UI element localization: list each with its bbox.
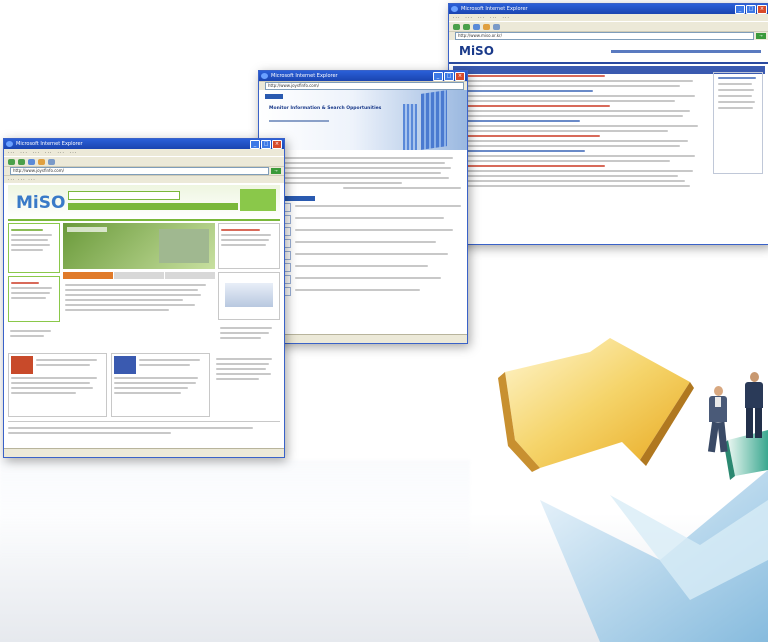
address-bar: http://www.joysfinfo.com/→: [4, 166, 284, 175]
ie-icon: [6, 141, 13, 147]
close-button[interactable]: ×: [757, 5, 767, 14]
windows-reflection: [0, 460, 470, 570]
window-title: Microsoft Internet Explorer: [16, 141, 83, 147]
browser-window-back[interactable]: Microsoft Internet Explorer _ □ × · · · · ·…: [448, 3, 768, 245]
menu-bar: · · · · · · · · · · · · · · ·: [449, 14, 768, 21]
title-bar: Microsoft Internet Explorer _ □ ×: [4, 139, 284, 149]
address-bar: http://www.joysfinfo.com/: [259, 81, 467, 90]
home-icon[interactable]: [38, 158, 45, 165]
ie-icon: [261, 73, 268, 79]
forward-icon[interactable]: [463, 23, 470, 30]
refresh-icon[interactable]: [28, 158, 35, 165]
browser-window-middle[interactable]: Microsoft Internet Explorer _ □ × http://w…: [258, 70, 468, 344]
minimize-button[interactable]: _: [433, 72, 443, 81]
address-field[interactable]: http://www.joysfinfo.com/: [10, 167, 269, 175]
window-title: Microsoft Internet Explorer: [271, 73, 338, 79]
maximize-button[interactable]: □: [261, 140, 271, 149]
status-bar: [259, 334, 467, 343]
search-icon[interactable]: [48, 158, 55, 165]
building-graphic: [421, 90, 447, 150]
browser-window-front[interactable]: Microsoft Internet Explorer _ □ × · · · · ·…: [3, 138, 285, 458]
site-logo[interactable]: MiSO: [16, 193, 65, 213]
menu-bar: · · · · · · · · · · · · · · · · · ·: [4, 149, 284, 156]
ie-icon: [451, 6, 458, 12]
minimize-button[interactable]: _: [735, 5, 745, 14]
window-title: Microsoft Internet Explorer: [461, 6, 528, 12]
go-button[interactable]: →: [271, 168, 281, 174]
toolbar: [449, 21, 768, 31]
forward-icon[interactable]: [18, 158, 25, 165]
maximize-button[interactable]: □: [444, 72, 454, 81]
status-bar: [4, 448, 284, 457]
address-field[interactable]: http://www.miso.or.kr/: [455, 32, 754, 40]
hero-title: Monitor Information & Search Opportuniti…: [269, 106, 382, 111]
minimize-button[interactable]: _: [250, 140, 260, 149]
main-banner: [63, 223, 215, 269]
title-bar: Microsoft Internet Explorer _ □ ×: [449, 4, 768, 14]
hero-banner: Monitor Information & Search Opportuniti…: [259, 90, 467, 150]
site-logo[interactable]: MiSO: [459, 44, 494, 58]
address-bar: http://www.miso.or.kr/→: [449, 31, 768, 40]
maximize-button[interactable]: □: [746, 5, 756, 14]
back-icon[interactable]: [453, 23, 460, 30]
home-icon[interactable]: [483, 23, 490, 30]
businessman-figure: [705, 386, 733, 456]
title-bar: Microsoft Internet Explorer _ □ ×: [259, 71, 467, 81]
address-field[interactable]: http://www.joysfinfo.com/: [265, 82, 464, 90]
go-button[interactable]: →: [756, 33, 766, 39]
refresh-icon[interactable]: [473, 23, 480, 30]
toolbar: [4, 156, 284, 166]
site-search-input[interactable]: [68, 191, 180, 200]
back-icon[interactable]: [8, 158, 15, 165]
businessman-figure: [742, 372, 768, 442]
search-icon[interactable]: [493, 23, 500, 30]
close-button[interactable]: ×: [272, 140, 282, 149]
close-button[interactable]: ×: [455, 72, 465, 81]
links-bar: · · · · · · · · ·: [4, 175, 284, 183]
